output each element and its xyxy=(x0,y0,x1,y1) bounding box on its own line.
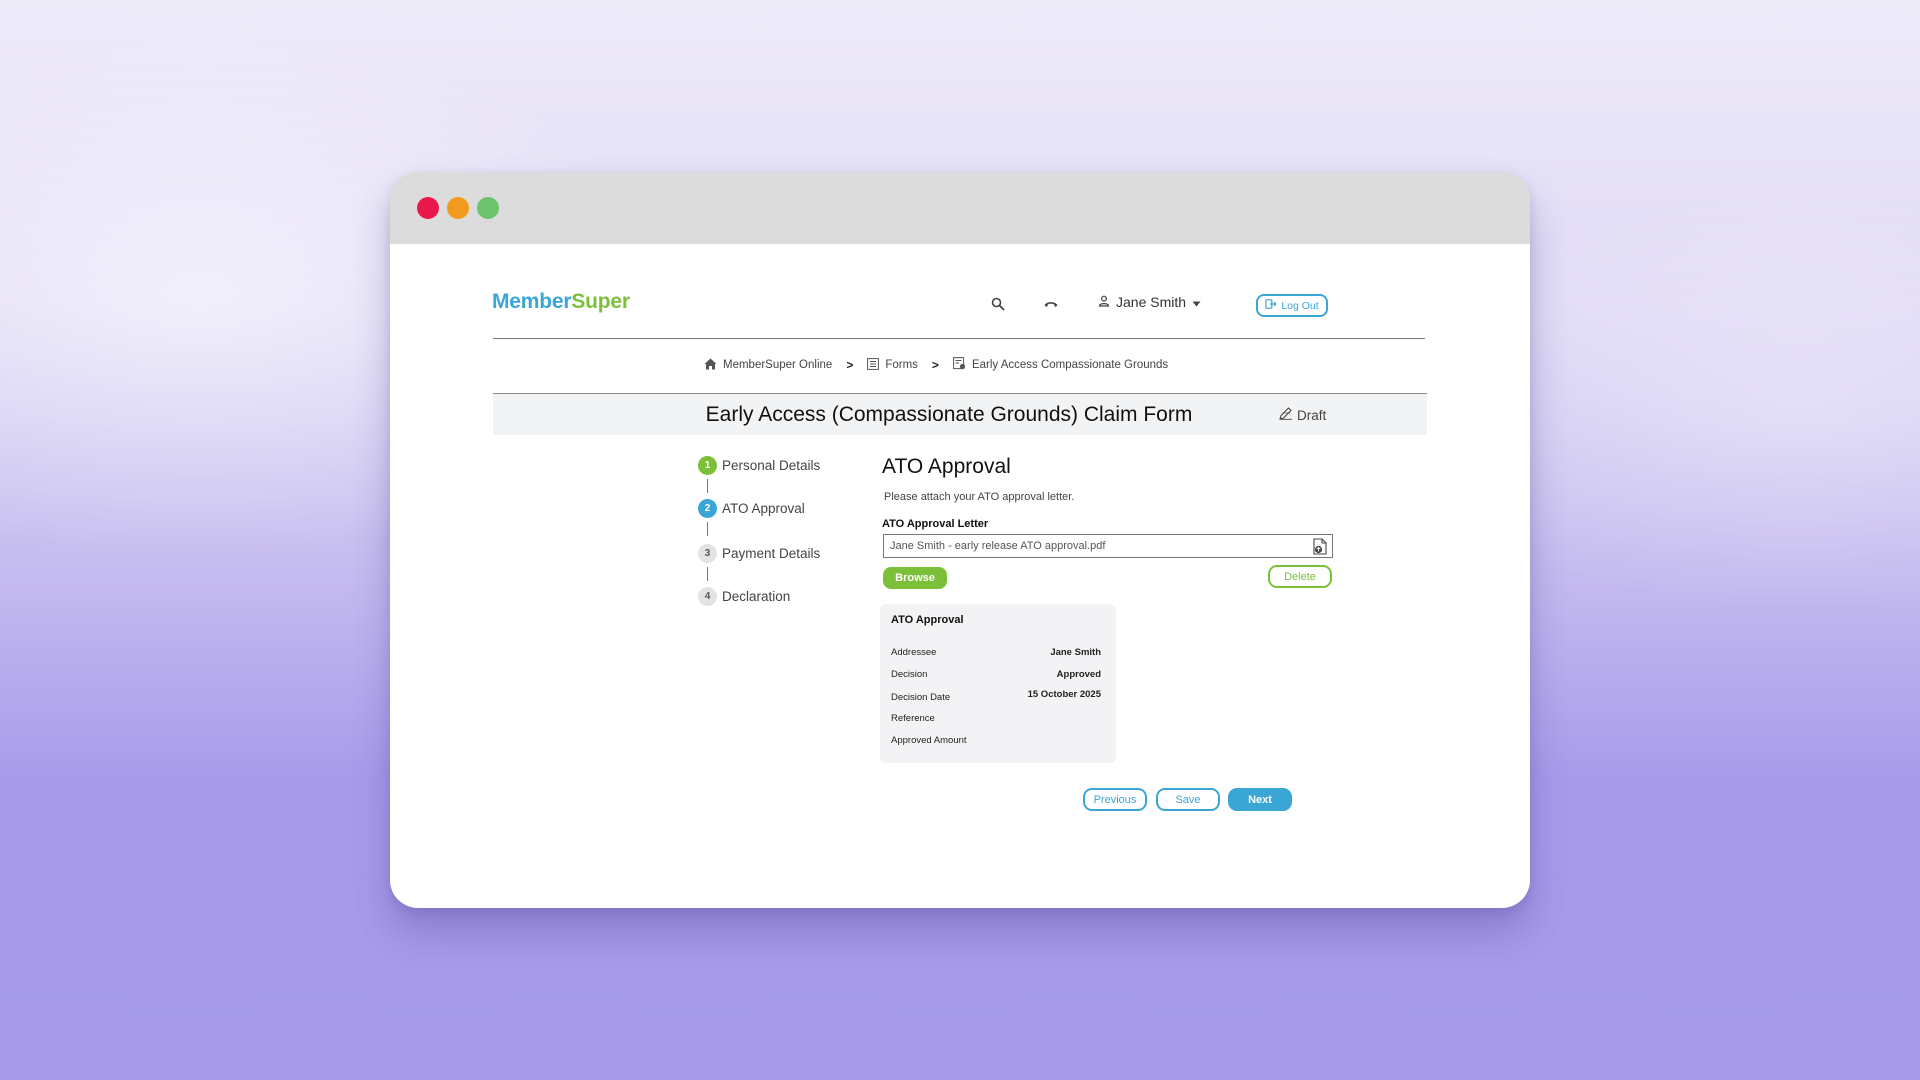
window-titlebar xyxy=(390,172,1530,244)
step-connector xyxy=(707,522,708,536)
delete-button[interactable]: Delete xyxy=(1268,565,1332,588)
file-name: Jane Smith - early release ATO approval.… xyxy=(890,540,1106,552)
row-label: Decision xyxy=(891,669,928,680)
logo-text-super: Super xyxy=(571,290,630,313)
file-field-label: ATO Approval Letter xyxy=(882,518,989,530)
home-icon xyxy=(704,358,717,373)
page-title-band: Early Access (Compassionate Grounds) Cla… xyxy=(493,393,1427,435)
row-label: Decision Date xyxy=(891,692,951,703)
breadcrumb-separator: > xyxy=(931,358,939,372)
file-upload-icon[interactable] xyxy=(1308,535,1332,557)
step-label: Personal Details xyxy=(722,458,821,473)
breadcrumb-separator: > xyxy=(846,358,854,372)
chevron-down-icon xyxy=(1192,294,1201,310)
step-connector xyxy=(707,479,708,493)
app-window: MemberSuper Jane Smith Log Out MemberSup… xyxy=(390,172,1530,908)
step-number: 2 xyxy=(698,499,717,518)
logout-label: Log Out xyxy=(1281,299,1319,312)
breadcrumb: MemberSuper Online > Forms > Early Acces… xyxy=(704,357,1168,373)
user-icon xyxy=(1098,294,1110,310)
minimize-window-button[interactable] xyxy=(447,197,469,219)
row-label: Approved Amount xyxy=(891,735,967,746)
step-number: 1 xyxy=(698,456,717,475)
list-icon xyxy=(867,357,880,373)
row-label: Reference xyxy=(891,713,935,724)
status-label: Draft xyxy=(1297,407,1327,423)
breadcrumb-item-current-form[interactable]: Early Access Compassionate Grounds xyxy=(953,357,1168,373)
step-label: Payment Details xyxy=(722,546,821,561)
step-number: 4 xyxy=(698,587,717,606)
ato-approval-summary-card: ATO Approval Addressee Jane Smith Decisi… xyxy=(880,604,1116,763)
section-title: ATO Approval xyxy=(882,455,1011,478)
breadcrumb-label: Early Access Compassionate Grounds xyxy=(971,359,1169,371)
step-personal-details[interactable]: 1 Personal Details xyxy=(698,456,820,475)
status-badge: Draft xyxy=(1279,407,1326,423)
browse-button[interactable]: Browse xyxy=(883,567,947,589)
form-icon xyxy=(953,357,966,373)
close-window-button[interactable] xyxy=(417,197,439,219)
step-declaration[interactable]: 4 Declaration xyxy=(698,587,790,606)
save-button[interactable]: Save xyxy=(1156,788,1220,811)
phone-icon[interactable] xyxy=(1041,294,1061,314)
step-number: 3 xyxy=(698,544,717,563)
step-payment-details[interactable]: 3 Payment Details xyxy=(698,544,820,563)
breadcrumb-item-home[interactable]: MemberSuper Online xyxy=(704,358,832,373)
logout-icon xyxy=(1265,299,1278,312)
step-label: ATO Approval xyxy=(722,501,805,516)
brand-logo[interactable]: MemberSuper xyxy=(492,290,630,314)
next-button[interactable]: Next xyxy=(1228,788,1292,811)
previous-button[interactable]: Previous xyxy=(1083,788,1147,811)
breadcrumb-label: Forms xyxy=(885,359,918,371)
breadcrumb-label: MemberSuper Online xyxy=(723,359,833,371)
file-upload-input[interactable]: Jane Smith - early release ATO approval.… xyxy=(883,534,1333,558)
step-ato-approval[interactable]: 2 ATO Approval xyxy=(698,499,805,518)
card-title: ATO Approval xyxy=(891,614,964,626)
breadcrumb-item-forms[interactable]: Forms xyxy=(867,357,918,373)
row-value: 15 October 2025 xyxy=(1027,689,1101,700)
row-value: Jane Smith xyxy=(1050,647,1101,658)
user-menu[interactable]: Jane Smith xyxy=(1098,294,1201,310)
user-name: Jane Smith xyxy=(1116,294,1187,310)
edit-icon xyxy=(1279,407,1293,423)
logo-text-member: Member xyxy=(492,290,572,313)
section-description: Please attach your ATO approval letter. xyxy=(884,491,1075,503)
maximize-window-button[interactable] xyxy=(477,197,499,219)
step-label: Declaration xyxy=(722,589,791,604)
search-icon[interactable] xyxy=(988,294,1008,314)
row-value: Approved xyxy=(1056,669,1101,680)
header-divider xyxy=(493,338,1425,339)
row-label: Addressee xyxy=(891,647,937,658)
step-connector xyxy=(707,567,708,581)
logout-button[interactable]: Log Out xyxy=(1256,294,1328,317)
